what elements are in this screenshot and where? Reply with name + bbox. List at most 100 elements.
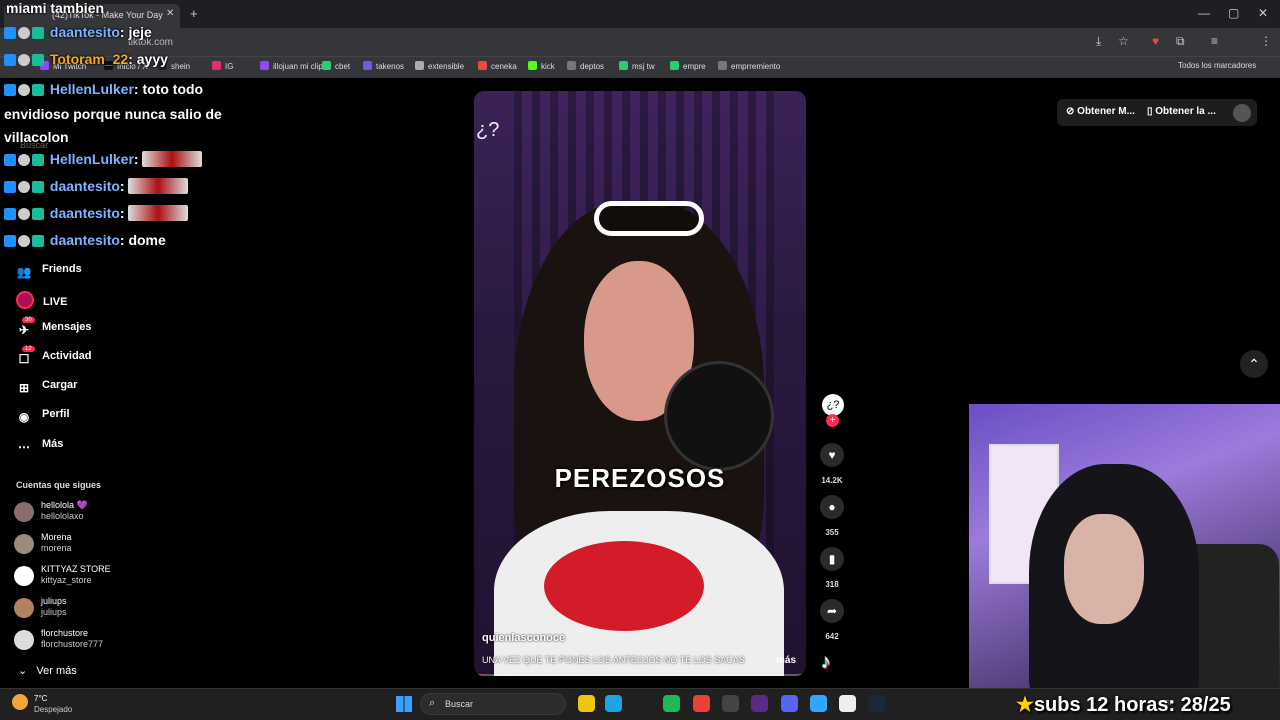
share-button[interactable]: ➦ xyxy=(820,599,844,623)
bookmark-item[interactable]: takenos xyxy=(363,61,404,71)
creator-avatar[interactable]: ¿? xyxy=(822,394,844,416)
video-player[interactable]: ¿? PEREZOSOS quienlasconoce UNA VEZ QUE … xyxy=(474,91,806,676)
spotify-icon[interactable] xyxy=(663,695,680,712)
screen: (42)TikTok - Make Your Day ✕ + — ▢ ✕ tik… xyxy=(0,0,1280,720)
sidebar-item-activity[interactable]: ☐ Actividad xyxy=(16,350,92,368)
activity-badge: 12 xyxy=(22,346,35,352)
like-count: 14.2K xyxy=(821,476,843,485)
following-account[interactable]: Morena morena xyxy=(14,532,164,560)
tab-bar: (42)TikTok - Make Your Day ✕ + — ▢ ✕ xyxy=(0,0,1280,28)
sidebar-item-more[interactable]: ⋯ Más xyxy=(16,438,63,456)
sidebar-item-profile[interactable]: ◉ Perfil xyxy=(16,408,70,426)
chat-message: Totoram_22: ayyy xyxy=(4,51,168,69)
new-tab-icon[interactable]: + xyxy=(190,6,198,21)
chat-text: : jeje xyxy=(119,24,152,40)
chat-text: : xyxy=(119,205,125,221)
bookmark-item[interactable]: extensible xyxy=(415,61,464,71)
save-button[interactable]: ▮ xyxy=(820,547,844,571)
extensions-icon[interactable]: ⧉ xyxy=(1176,34,1185,49)
bookmark-favicon-icon xyxy=(322,61,331,70)
account-name: juliups xyxy=(41,596,67,606)
see-more-label: Ver más xyxy=(36,665,77,677)
messages-icon: ✈ xyxy=(18,323,30,337)
bookmark-favicon-icon xyxy=(260,61,269,70)
chat-username: daantesito xyxy=(49,232,120,248)
account-avatar xyxy=(14,534,34,554)
obs-icon[interactable] xyxy=(722,695,739,712)
bookmark-favicon-icon xyxy=(528,61,537,70)
following-account[interactable]: juliups juliups xyxy=(14,596,164,624)
photoshop-icon[interactable] xyxy=(810,695,827,712)
vegas-icon[interactable] xyxy=(751,695,768,712)
bookmark-item[interactable]: emprremiento xyxy=(718,61,780,71)
minimize-icon[interactable]: — xyxy=(1198,6,1210,20)
heart-icon: ♥ xyxy=(828,448,836,462)
weather-icon[interactable] xyxy=(12,694,28,710)
chat-badges xyxy=(4,26,46,42)
user-avatar[interactable] xyxy=(1233,104,1251,122)
comment-count: 355 xyxy=(825,528,839,537)
bookmark-label: deptos xyxy=(580,62,605,71)
more-button[interactable]: más xyxy=(776,655,796,666)
bookmark-item[interactable]: empre xyxy=(670,61,706,71)
bookmark-item[interactable]: deptos xyxy=(567,61,604,71)
taskbar-search[interactable] xyxy=(420,693,566,715)
close-window-icon[interactable]: ✕ xyxy=(1258,6,1268,20)
get-desktop-app-label: Obtener M... xyxy=(1077,106,1135,117)
get-desktop-app-button[interactable]: ⊘ Obtener M... xyxy=(1066,106,1135,117)
account-name: hellolola 💜 xyxy=(41,500,88,510)
following-account[interactable]: hellolola 💜 hellololaxo xyxy=(14,500,164,528)
file-explorer-icon[interactable] xyxy=(578,695,595,712)
bookmark-item[interactable]: illojuan mi clip xyxy=(260,61,323,71)
friends-icon: 👥 xyxy=(16,265,32,279)
chrome-icon[interactable] xyxy=(693,695,710,712)
bookmark-favicon-icon xyxy=(567,61,576,70)
bookmark-favicon-icon xyxy=(415,61,424,70)
get-mobile-app-button[interactable]: ▯ Obtener la ... xyxy=(1147,106,1216,117)
messages-badge: 30 xyxy=(22,317,35,323)
all-bookmarks[interactable]: Todos los marcadores xyxy=(1178,61,1256,70)
bookmark-favicon-icon xyxy=(718,61,727,70)
bookmark-label: empre xyxy=(683,62,706,71)
tab-search-icon[interactable]: ≡ xyxy=(1211,34,1218,48)
sidebar-item-messages[interactable]: ✈ Mensajes xyxy=(16,321,92,339)
bookmark-item[interactable]: ceneka xyxy=(478,61,517,71)
see-more-button[interactable]: ⌄ Ver más xyxy=(18,664,77,677)
video-author[interactable]: quienlasconoce xyxy=(482,632,565,644)
chat-username: daantesito xyxy=(49,178,120,194)
sidebar-item-friends[interactable]: 👥 Friends xyxy=(16,263,82,281)
edge-icon[interactable] xyxy=(605,695,622,712)
following-title: Cuentas que sigues xyxy=(16,480,102,490)
chat-message: daantesito: xyxy=(4,205,189,223)
install-icon[interactable]: ⤓ xyxy=(1096,34,1101,49)
video-progress[interactable] xyxy=(474,674,806,676)
browser-menu-icon[interactable]: ⋮ xyxy=(1260,34,1272,48)
sidebar-item-live[interactable]: LIVE xyxy=(16,291,67,309)
video-description: UNA VEZ QUE TE PONES LOS ANTEOJOS NO TE … xyxy=(482,655,745,665)
steam-icon[interactable] xyxy=(868,695,885,712)
discord-icon[interactable] xyxy=(781,695,798,712)
like-button[interactable]: ♥ xyxy=(820,443,844,467)
weather-status: Despejado xyxy=(34,705,73,714)
bookmark-item[interactable]: IG xyxy=(212,61,233,71)
maximize-icon[interactable]: ▢ xyxy=(1228,6,1239,20)
account-handle: kittyaz_store xyxy=(41,575,92,585)
search-icon: ⌕ xyxy=(429,697,436,709)
bookmark-item[interactable]: msj tw xyxy=(619,61,655,71)
start-button[interactable] xyxy=(396,696,412,712)
chat-message: HellenLulker: toto todo envidioso porque… xyxy=(4,78,234,149)
bookmark-star-icon[interactable]: ☆ xyxy=(1118,34,1129,48)
chat-username: HellenLulker xyxy=(49,81,134,97)
extension-icon[interactable]: ♥ xyxy=(1152,34,1159,48)
previous-video-button[interactable]: ⌃ xyxy=(1240,350,1268,378)
bookmark-item[interactable]: kick xyxy=(528,61,555,71)
following-account[interactable]: KITTYAZ STORE kittyaz_store xyxy=(14,564,164,592)
bookmark-item[interactable]: cbet xyxy=(322,61,350,71)
sidebar-item-upload[interactable]: ⊞ Cargar xyxy=(16,379,78,397)
tab-close-icon[interactable]: ✕ xyxy=(166,8,174,19)
following-account[interactable]: florchustore florchustore777 xyxy=(14,628,164,656)
capcut-icon[interactable] xyxy=(839,695,856,712)
chat-text: : xyxy=(119,178,125,194)
follow-plus-icon[interactable]: + xyxy=(826,414,839,427)
comment-button[interactable]: ● xyxy=(820,495,844,519)
